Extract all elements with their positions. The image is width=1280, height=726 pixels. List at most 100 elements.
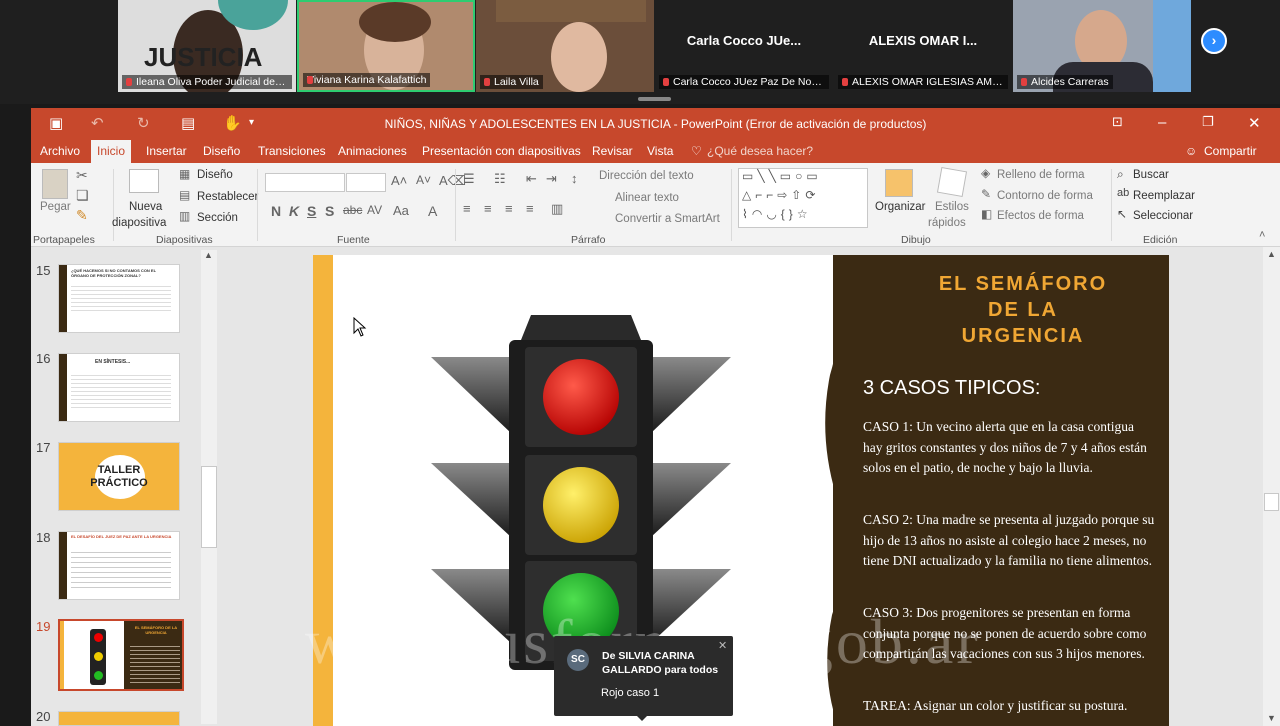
tab-presentacion[interactable]: Presentación con diapositivas [422, 144, 581, 158]
tab-revisar[interactable]: Revisar [592, 144, 633, 158]
clear-format-icon[interactable]: A⌫ [439, 173, 466, 189]
layout-button[interactable]: Diseño [197, 169, 233, 181]
slide-title-line-3: URGENCIA [961, 325, 1085, 347]
close-icon[interactable]: ✕ [1248, 114, 1261, 132]
clipboard-icon[interactable] [42, 169, 68, 199]
participant-name: Laila Villa [480, 75, 543, 89]
next-page-button[interactable]: › [1201, 28, 1227, 54]
section-button[interactable]: Sección [197, 212, 238, 224]
align-left-icon[interactable]: ≡ [463, 201, 471, 216]
tell-me-input[interactable]: ¿Qué desea hacer? [707, 144, 813, 158]
convert-smartart-button[interactable]: Convertir a SmartArt [615, 213, 720, 225]
justify-icon[interactable]: ≡ [526, 201, 534, 216]
line-spacing-icon[interactable]: ↕ [571, 171, 578, 186]
slide-scrollbar[interactable]: ▲ ▼ [1263, 247, 1280, 726]
cut-icon[interactable]: ✂ [76, 167, 88, 184]
change-case-icon[interactable]: Aa [393, 203, 409, 218]
quick-styles-button-l1[interactable]: Estilos [935, 201, 969, 213]
slide-thumbnail-18[interactable]: EL DESAFÍO DEL JUEZ DE PAZ ANTE LA URGEN… [58, 531, 180, 600]
tab-inicio[interactable]: Inicio [91, 140, 132, 163]
scrollbar-thumb[interactable] [201, 466, 217, 548]
tab-insertar[interactable]: Insertar [146, 144, 187, 158]
participant-name: Ileana Oliva Poder Judicial de C... [122, 75, 292, 89]
replace-button[interactable]: Reemplazar [1133, 190, 1195, 202]
font-size-input[interactable] [346, 173, 386, 192]
decrease-indent-icon[interactable]: ⇤ [526, 171, 537, 187]
participant-tile-6[interactable]: Alcides Carreras [1013, 0, 1191, 92]
bold-icon[interactable]: N [271, 203, 281, 219]
shape-outline-button[interactable]: Contorno de forma [997, 190, 1093, 202]
new-slide-button-l2[interactable]: diapositiva [112, 217, 166, 229]
restore-icon[interactable]: ❐ [1202, 114, 1214, 130]
columns-icon[interactable]: ▥ [551, 201, 563, 217]
new-slide-icon[interactable] [129, 169, 159, 193]
italic-icon[interactable]: K [289, 203, 299, 219]
close-icon[interactable]: ✕ [718, 639, 727, 652]
copy-icon[interactable]: ❏ [76, 187, 89, 204]
reset-button[interactable]: Restablecer [197, 191, 258, 203]
find-button[interactable]: Buscar [1133, 169, 1169, 181]
underline-icon[interactable]: S [307, 203, 316, 219]
align-text-button[interactable]: Alinear texto [615, 192, 679, 204]
window-title: NIÑOS, NIÑAS Y ADOLESCENTES EN LA JUSTIC… [384, 117, 927, 131]
collapse-ribbon-icon[interactable]: ˄ [1259, 229, 1265, 241]
slide-thumbnail-20[interactable] [58, 711, 180, 726]
chat-notification[interactable]: SC De SILVIA CARINA GALLARDO para todos … [554, 636, 733, 721]
participant-tile-4[interactable]: Carla Cocco JUe... Carla Cocco JUez Paz … [655, 0, 833, 92]
shapes-gallery[interactable]: ▭╲╲▭○▭ △⌐⌐⇨⇧⟳ ⌇◠◡{}☆ [738, 168, 868, 228]
font-color-icon[interactable]: A [428, 203, 437, 219]
participant-tile-3[interactable]: Laila Villa [476, 0, 654, 92]
align-right-icon[interactable]: ≡ [505, 201, 513, 216]
shapes-row-2: △⌐⌐⇨⇧⟳ [742, 188, 820, 202]
select-button[interactable]: Seleccionar [1133, 210, 1193, 222]
participant-tile-5[interactable]: ALEXIS OMAR I... ALEXIS OMAR IGLESIAS AM… [834, 0, 1012, 92]
thumbnails-scrollbar[interactable]: ▲ [201, 250, 217, 724]
char-spacing-icon[interactable]: AV [367, 203, 382, 217]
scrollbar-thumb[interactable] [1264, 493, 1279, 511]
format-painter-icon[interactable]: ✎ [76, 207, 88, 224]
participant-tile-2[interactable]: Viviana Karina Kalafattich [297, 0, 475, 92]
grow-font-icon[interactable]: A˄ [391, 173, 407, 188]
slide-thumbnail-15[interactable]: ¿QUÉ HACEMOS SI NO CONTAMOS CON EL ÓRGAN… [58, 264, 180, 333]
arrange-icon[interactable] [885, 169, 913, 197]
chat-message: Rojo caso 1 [601, 687, 660, 699]
group-label-fuente: Fuente [337, 234, 370, 246]
quick-styles-icon[interactable] [936, 166, 968, 198]
bullets-icon[interactable]: ☰ [463, 171, 475, 187]
shape-effects-button[interactable]: Efectos de forma [997, 210, 1084, 222]
group-label-diapositivas: Diapositivas [156, 234, 213, 246]
shape-fill-button[interactable]: Relleno de forma [997, 169, 1085, 181]
tab-diseno[interactable]: Diseño [203, 144, 240, 158]
tab-animaciones[interactable]: Animaciones [338, 144, 407, 158]
ribbon-tabs: Archivo Inicio Insertar Diseño Transicio… [31, 138, 1280, 163]
scroll-down-icon: ▼ [1267, 713, 1276, 723]
task-text: TAREA: Asignar un color y justificar su … [863, 698, 1128, 713]
increase-indent-icon[interactable]: ⇥ [546, 171, 557, 187]
numbering-icon[interactable]: ☷ [494, 171, 506, 187]
tab-vista[interactable]: Vista [647, 144, 673, 158]
strip-drag-handle[interactable] [638, 97, 671, 101]
flag [1153, 0, 1191, 92]
quick-styles-button-l2[interactable]: rápidos [928, 217, 966, 229]
align-center-icon[interactable]: ≡ [484, 201, 492, 216]
reset-icon: ▤ [179, 188, 191, 202]
shrink-font-icon[interactable]: A˅ [416, 173, 431, 187]
text-direction-button[interactable]: Dirección del texto [599, 170, 694, 182]
separator [257, 169, 258, 241]
paste-button[interactable]: Pegar [40, 201, 71, 213]
font-name-input[interactable] [265, 173, 345, 192]
slide-thumbnail-16[interactable]: EN SÍNTESIS... [58, 353, 180, 422]
slide-thumbnail-19-selected[interactable]: EL SEMÁFORO DE LA URGENCIA [58, 619, 184, 691]
share-button[interactable]: Compartir [1204, 144, 1257, 158]
participant-tile-1[interactable]: JUSTICIA Ileana Oliva Poder Judicial de … [118, 0, 296, 92]
strikethrough-icon[interactable]: abc [343, 203, 362, 217]
scroll-up-icon: ▲ [1267, 249, 1276, 259]
minimize-icon[interactable]: – [1158, 114, 1166, 131]
arrange-button[interactable]: Organizar [875, 201, 926, 213]
tab-archivo[interactable]: Archivo [40, 144, 80, 158]
shadow-icon[interactable]: S [325, 203, 334, 219]
slide-thumbnail-17[interactable]: TALLER PRÁCTICO [58, 442, 180, 511]
new-slide-button-l1[interactable]: Nueva [129, 201, 162, 213]
tab-transiciones[interactable]: Transiciones [258, 144, 326, 158]
ribbon-display-icon[interactable]: ⊡ [1112, 114, 1123, 130]
